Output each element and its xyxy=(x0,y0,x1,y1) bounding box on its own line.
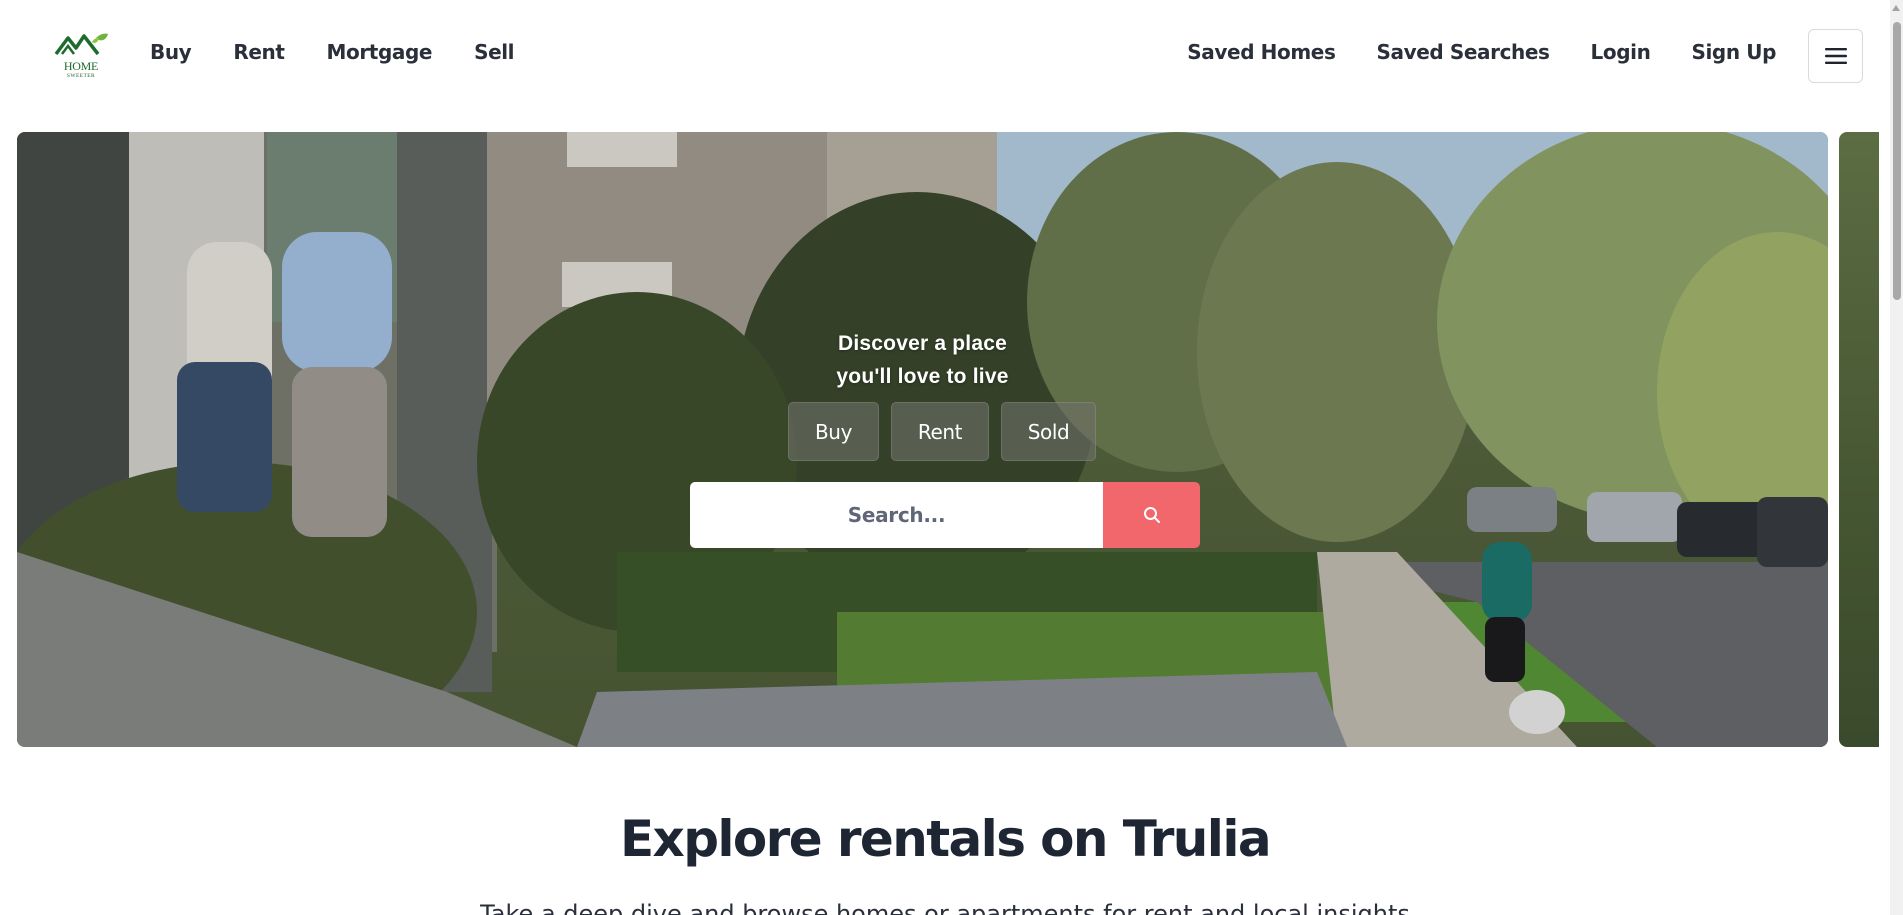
search-input[interactable] xyxy=(690,482,1103,548)
nav-rent[interactable]: Rent xyxy=(233,40,285,64)
tab-rent[interactable]: Rent xyxy=(891,402,989,461)
account-nav: Saved Homes Saved Searches Login Sign Up xyxy=(1146,40,1776,64)
scrollbar-thumb[interactable] xyxy=(1893,22,1901,300)
search-icon xyxy=(1143,507,1160,523)
hamburger-menu-icon xyxy=(1824,48,1847,64)
home-sweeter-logo[interactable]: HOME SWEETER xyxy=(52,28,110,86)
search-bar xyxy=(690,482,1200,548)
tab-sold[interactable]: Sold xyxy=(1001,402,1096,461)
page-scrollbar[interactable] xyxy=(1890,0,1903,915)
nav-sign-up[interactable]: Sign Up xyxy=(1691,40,1776,64)
logo-subtext: SWEETER xyxy=(66,73,96,79)
tab-buy[interactable]: Buy xyxy=(788,402,879,461)
explore-heading: Explore rentals on Trulia xyxy=(619,810,1272,868)
search-type-tabs: Buy Rent Sold xyxy=(788,402,1096,461)
site-header: HOME SWEETER Buy Rent Mortgage Sell Save… xyxy=(0,0,1890,114)
hero-carousel-slide: Discover a place you'll love to live Buy… xyxy=(17,132,1828,747)
nav-mortgage[interactable]: Mortgage xyxy=(327,40,433,64)
explore-subtitle: Take a deep dive and browse homes or apa… xyxy=(480,900,1410,915)
scroll-up-arrow-icon[interactable] xyxy=(1892,5,1900,11)
logo-wordmark: HOME xyxy=(63,59,99,73)
hero-title-line2: you'll love to live xyxy=(836,365,1009,388)
hero-title-line1: Discover a place xyxy=(838,332,1007,355)
menu-button[interactable] xyxy=(1808,29,1863,83)
nav-buy[interactable]: Buy xyxy=(150,40,192,64)
primary-nav: Buy Rent Mortgage Sell xyxy=(150,40,556,64)
nav-saved-searches[interactable]: Saved Searches xyxy=(1376,40,1549,64)
nav-saved-homes[interactable]: Saved Homes xyxy=(1187,40,1336,64)
nav-sell[interactable]: Sell xyxy=(474,40,514,64)
nav-login[interactable]: Login xyxy=(1591,40,1651,64)
next-slide-preview[interactable] xyxy=(1839,132,1879,747)
house-leaf-logo-icon xyxy=(54,33,108,56)
search-button[interactable] xyxy=(1103,482,1200,548)
